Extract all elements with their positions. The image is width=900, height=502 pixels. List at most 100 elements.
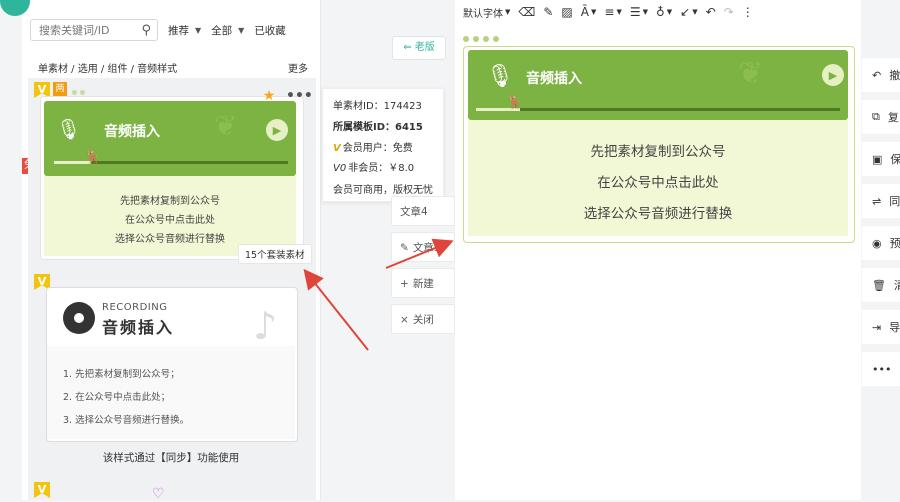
material-card-recording[interactable]: RECORDING 音频插入 ♪ 1. 先把素材复制到公众号； 2. 在公众号中… xyxy=(46,287,298,442)
filter-label: 全部 xyxy=(211,24,233,37)
side-item-article5[interactable]: ✎ 文章5 xyxy=(391,232,455,262)
redo-icon[interactable]: ↷ xyxy=(724,5,734,19)
vinyl-record-icon xyxy=(63,302,95,334)
action-label: 导 xyxy=(889,321,900,334)
deer-icon: 🦌 xyxy=(84,149,102,165)
app-logo xyxy=(0,0,30,16)
sync-icon: ⇌ xyxy=(872,194,882,208)
action-label: 保 xyxy=(890,153,900,166)
microphone-icon: 🎙 xyxy=(486,64,514,89)
step-line: 2. 在公众号中点击此处； xyxy=(63,392,171,403)
side-item-new[interactable]: + 新建 xyxy=(391,268,455,298)
copy-icon: ⧉ xyxy=(872,110,880,123)
search-input[interactable] xyxy=(37,22,141,38)
format-brush-icon[interactable]: ✎ xyxy=(543,5,553,19)
old-version-button[interactable]: ⇐ 老版 xyxy=(392,36,446,60)
action-label: 同 xyxy=(889,195,900,208)
spacing-button[interactable]: ☰ ▼ xyxy=(630,5,648,19)
audio-player-preview: 🎙 音频插入 ❦ ▶ 🦌 xyxy=(44,101,296,176)
nonvip-icon: V0 xyxy=(333,163,347,174)
favorite-star-icon[interactable]: ★ xyxy=(260,87,278,105)
text-color-icon: Ā xyxy=(580,5,589,19)
search-box[interactable]: ⚲ xyxy=(30,19,158,41)
action-undo[interactable]: ↶ 撤 xyxy=(862,58,900,92)
action-export[interactable]: ⇥ 导 xyxy=(862,310,900,344)
breadcrumb: 单素材 / 选用 / 组件 / 音频样式 xyxy=(38,64,178,75)
more-icon: ••• xyxy=(872,362,892,376)
side-item-label: 关闭 xyxy=(412,314,434,326)
side-item-close[interactable]: × 关闭 xyxy=(391,304,455,334)
music-note-icon: ♪ xyxy=(253,304,278,348)
decor-dots xyxy=(72,90,85,95)
old-version-label: 老版 xyxy=(414,42,435,53)
action-save[interactable]: ▣ 保 xyxy=(862,142,900,176)
editor-area[interactable]: 默认字体 ▼ ⌫ ✎ ▨ Ā ▼ ≡ ▼ ☰ ▼ ♁ ▼ ↙ ▼ ↶ ↷ ⋮ 🎙 音频插入 … xyxy=(455,0,861,500)
instruction-line: 先把素材复制到公众号 xyxy=(590,144,726,160)
step-line: 3. 选择公众号音频进行替换。 xyxy=(63,415,190,426)
deer-icon: 🦌 xyxy=(506,94,524,110)
chevron-down-icon: ▼ xyxy=(616,8,622,16)
plus-icon: + xyxy=(400,278,409,290)
action-sync[interactable]: ⇌ 同 xyxy=(862,184,900,218)
more-icon[interactable]: ⋮ xyxy=(742,5,754,19)
bundle-count-badge[interactable]: 15个套装素材 xyxy=(238,244,312,264)
image-icon[interactable]: ▨ xyxy=(561,5,572,19)
vip-icon: V xyxy=(333,143,341,154)
arrow-diagonal-icon: ↙ xyxy=(680,5,691,19)
font-select[interactable]: 默认字体 ▼ xyxy=(463,5,510,20)
search-icon[interactable]: ⚲ xyxy=(141,23,151,38)
leaf-decor-icon: ❦ xyxy=(738,56,764,91)
audio-title: 音频插入 xyxy=(526,71,582,87)
back-arrow-icon: ⇐ xyxy=(403,42,415,53)
chevron-down-icon: ▼ xyxy=(692,8,698,16)
close-icon: × xyxy=(400,314,409,326)
filter-label: 已收藏 xyxy=(254,24,286,37)
align-button[interactable]: ≡ ▼ xyxy=(604,5,621,19)
editor-toolbar: 默认字体 ▼ ⌫ ✎ ▨ Ā ▼ ≡ ▼ ☰ ▼ ♁ ▼ ↙ ▼ ↶ ↷ ⋮ xyxy=(455,0,861,24)
more-options-icon[interactable]: ••• xyxy=(286,87,313,105)
action-preview[interactable]: ◉ 预 xyxy=(862,226,900,260)
export-icon: ⇥ xyxy=(872,320,882,334)
undo-icon[interactable]: ↶ xyxy=(706,5,716,19)
side-item-article4[interactable]: 文章4 xyxy=(391,196,455,226)
play-icon[interactable]: ▶ xyxy=(822,64,844,86)
action-more[interactable]: •••更 xyxy=(862,352,900,386)
chevron-down-icon: ▼ xyxy=(666,8,673,16)
action-label: 预 xyxy=(889,237,900,250)
nonvip-price-text: 非会员：￥8.0 xyxy=(348,163,415,174)
license-note: 会员可商用，版权无忧 xyxy=(333,185,433,196)
lightbulb-icon: ♁ xyxy=(655,5,665,19)
play-icon: ▶ xyxy=(266,119,288,141)
bulb-button[interactable]: ♁ ▼ xyxy=(656,5,672,19)
leaf-decor-icon: ❦ xyxy=(214,109,238,142)
recording-steps: 1. 先把素材复制到公众号； 2. 在公众号中点击此处； 3. 选择公众号音频进… xyxy=(47,346,295,439)
audio-instructions: 先把素材复制到公众号 在公众号中点击此处 选择公众号音频进行替换 xyxy=(468,120,848,236)
recording-label: RECORDING xyxy=(102,302,168,313)
edit-icon: ✎ xyxy=(400,242,409,254)
text-color-button[interactable]: Ā ▼ xyxy=(581,5,597,19)
chevron-down-icon: ▼ xyxy=(195,25,202,35)
filter-all[interactable]: 全部 ▼ xyxy=(211,23,244,38)
arrow-button[interactable]: ↙ ▼ xyxy=(680,5,697,19)
right-action-menu: ↶撤 ⧉复 ▣保 ⇌同 ◉预 🗑清 ⇥导 •••更 xyxy=(862,0,900,500)
instruction-line: 选择公众号音频进行替换 xyxy=(115,234,225,245)
eraser-icon[interactable]: ⌫ xyxy=(518,5,535,19)
side-item-label: 新建 xyxy=(412,278,434,290)
microphone-icon: 🎙 xyxy=(56,117,82,141)
filter-recommend[interactable]: 推荐 ▼ xyxy=(168,23,201,38)
action-label: 复 xyxy=(887,111,899,124)
more-link[interactable]: 更多 xyxy=(288,60,308,75)
vip-price-text: 会员用户：免费 xyxy=(342,143,413,154)
filter-favorites[interactable]: 已收藏 xyxy=(254,23,286,38)
decor-dots xyxy=(463,36,499,42)
sync-note: 该样式通过【同步】功能使用 xyxy=(102,452,240,464)
audio-progress-bar[interactable] xyxy=(476,108,840,111)
filter-label: 推荐 xyxy=(168,24,189,37)
material-info-popover: 单素材ID：174423 所属模板ID：6415 V 会员用户：免费 V0 非会员：… xyxy=(322,88,444,202)
recording-title: 音频插入 xyxy=(102,318,175,337)
action-copy[interactable]: ⧉ 复 xyxy=(862,100,900,134)
action-clear[interactable]: 🗑 清 xyxy=(862,268,900,302)
audio-player: 🎙 音频插入 ❦ ▶ 🦌 xyxy=(468,50,848,120)
side-item-label: 文章5 xyxy=(412,242,441,254)
vip-price: V 会员用户：免费 xyxy=(333,139,413,154)
